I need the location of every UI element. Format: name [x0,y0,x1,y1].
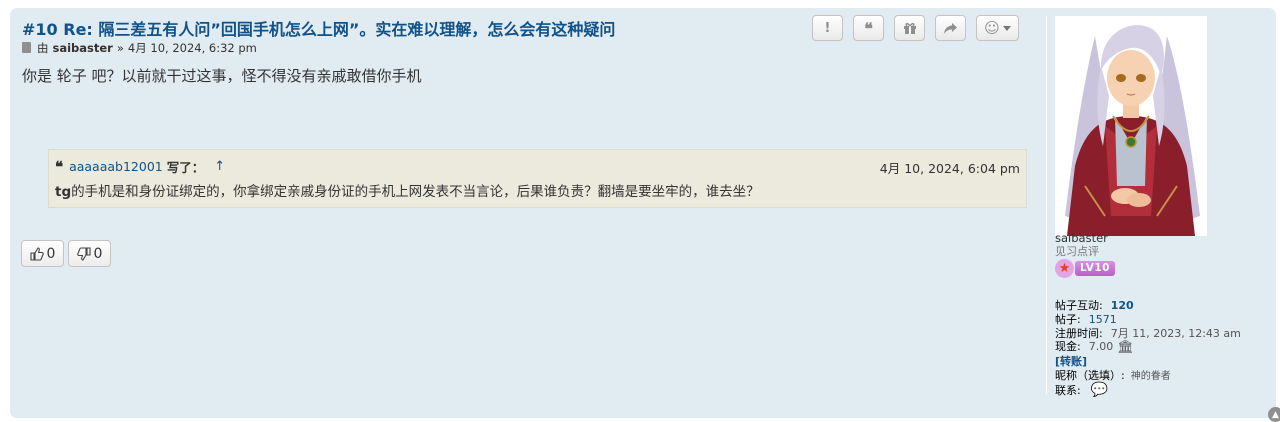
like-count: 0 [46,245,56,262]
post-container: #10 Re: 隔三差五有人问”回国手机怎么上网”。实在难以理解，怎么会有这种疑… [10,8,1280,422]
level-badge-text: LV10 [1075,260,1115,276]
author-username[interactable]: saibaster [53,41,113,55]
quote-cite: ❝ aaaaaab12001 写了： ↑ [55,157,225,176]
back-to-top-icon[interactable]: ▲ [1268,407,1280,422]
nickname-value: 神的眷者 [1130,371,1171,382]
smiley-icon: ☺ [984,19,1000,37]
post-content: 你是 轮子 吧？以前就干过这事，怪不得没有亲戚敢借你手机 [22,67,422,85]
report-icon: ! [824,20,831,36]
reaction-buttons: 0 0 [21,240,111,267]
quote-jump-arrow-icon[interactable]: ↑ [214,159,225,174]
avatar[interactable] [1055,16,1207,236]
profile-nickname: 昵称（选填）: 神的眷者 [1055,367,1171,383]
profile-divider [1046,16,1047,394]
nickname-label: 昵称（选填）: [1055,369,1125,382]
dislike-count: 0 [93,245,103,262]
like-button[interactable]: 0 [21,240,64,267]
by-label: 由 [37,41,49,55]
quote-body-text: 的手机是和身份证绑定的，你拿绑定亲戚身份证的手机上网发表不当言论，后果谁负责？翻… [71,184,760,200]
avatar-image [1055,16,1207,236]
quote-wrote-label: 写了： [166,160,205,175]
post-title[interactable]: #10 Re: 隔三差五有人问”回国手机怎么上网”。实在难以理解，怎么会有这种疑… [22,16,615,40]
post-date: 4月 10, 2024, 6:32 pm [127,41,257,55]
quote-body-tg: tg [55,184,72,200]
quote-author-link[interactable]: aaaaaab12001 [69,159,163,174]
quote-date: 4月 10, 2024, 6:04 pm [879,161,1020,176]
share-button[interactable] [935,15,966,41]
author-line: 由 saibaster» 4月 10, 2024, 6:32 pm [22,40,257,56]
reactions-dropdown-button[interactable]: ☺ [976,15,1019,41]
profile-contact: 联系: 💬 [1055,382,1108,398]
quote-icon: ❝ [864,18,873,38]
report-button[interactable]: ! [812,15,843,41]
chat-bubble-icon[interactable]: 💬 [1091,382,1108,398]
quote-icon: ❝ [55,157,64,176]
dislike-button[interactable]: 0 [68,240,111,267]
gift-icon [903,22,916,34]
star-icon: ★ [1055,258,1074,278]
gift-button[interactable] [894,15,925,41]
contact-label: 联系: [1055,384,1081,397]
profile-rank: 见习点评 [1055,245,1099,258]
quote-block: ❝ aaaaaab12001 写了： ↑ 4月 10, 2024, 6:04 p… [48,149,1027,208]
level-badge: ★ LV10 [1055,258,1115,278]
cash-label: 现金: [1055,340,1081,353]
share-icon [944,22,957,34]
post-file-icon[interactable] [22,42,31,53]
thumbs-down-icon [76,246,91,261]
cash-value: 7.00 [1088,340,1114,353]
separator: » [116,41,124,55]
quote-body: tg的手机是和身份证绑定的，你拿绑定亲戚身份证的手机上网发表不当言论，后果谁负责… [55,180,760,200]
quote-button[interactable]: ❝ [853,15,884,41]
bank-icon[interactable]: 🏛 [1117,340,1134,355]
thumbs-up-icon [29,246,44,261]
chevron-down-icon [1002,25,1011,31]
post-buttons: ! ❝ ☺ [812,15,1019,41]
